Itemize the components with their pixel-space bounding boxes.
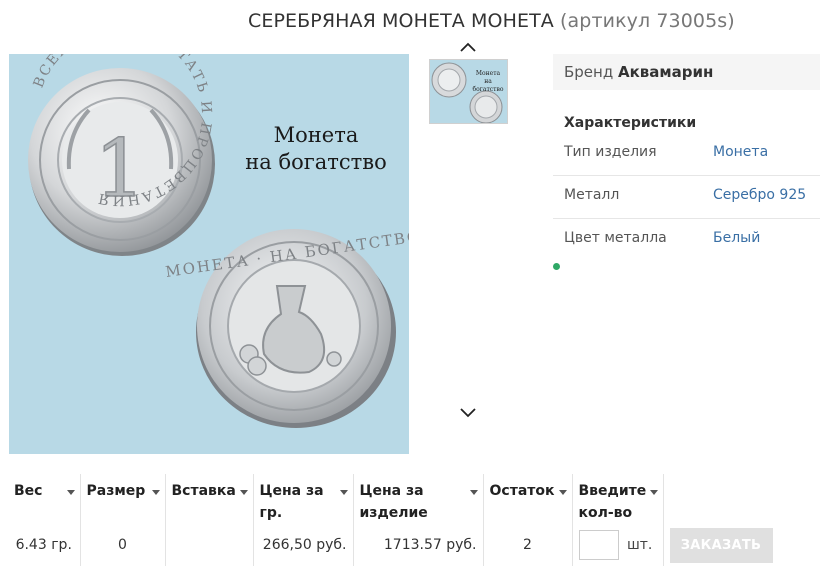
char-key: Тип изделия (564, 144, 657, 160)
header-label: Вес (14, 483, 43, 499)
char-value-link[interactable]: Белый (713, 230, 760, 246)
table-row: 6.43 гр. 0 266,50 руб. 1713.57 руб. 2 шт… (8, 524, 783, 566)
cell-stock: 2 (483, 524, 573, 566)
thumbnail-caption-line-1: Монета (475, 70, 501, 77)
brand-row: Бренд Аквамарин (553, 54, 820, 90)
coins-illustration: 1 ВСЕХ БЛАГ · ПОСТАТЬ И ПРОЦВЕТАНИЯ МОНЕ… (28, 54, 409, 428)
main-image-caption: Монета на богатство (231, 122, 401, 176)
header-label: Вставка (171, 483, 236, 499)
thumbnail-caption: Монета на богатство (470, 70, 506, 94)
sort-arrow-icon[interactable] (66, 490, 75, 495)
char-row-type: Тип изделия Монета (553, 133, 820, 176)
cell-qty: шт. (572, 524, 664, 566)
sort-arrow-icon[interactable] (339, 490, 348, 495)
product-title: СЕРЕБРЯНАЯ МОНЕТА МОНЕТА (артикул 73005s… (248, 10, 735, 32)
header-label: гр. (259, 505, 283, 521)
quantity-input[interactable] (578, 530, 619, 560)
header-label: Размер (86, 483, 146, 499)
column-header-stock[interactable]: Остаток (483, 474, 573, 524)
column-header-insert[interactable]: Вставка (165, 474, 254, 524)
header-label: Цена за (359, 483, 424, 499)
chevron-up-icon[interactable] (458, 40, 478, 54)
product-sku: (артикул 73005s) (560, 10, 735, 32)
chevron-down-icon[interactable] (458, 406, 478, 420)
order-button[interactable]: ЗАКАЗАТЬ (669, 527, 773, 563)
column-header-size[interactable]: Размер (80, 474, 166, 524)
brand-value[interactable]: Аквамарин (618, 63, 713, 81)
sort-arrow-icon[interactable] (239, 490, 248, 495)
offers-table: Вес Размер Вставка Цена за гр. Цена за и… (8, 474, 783, 566)
cell-size: 0 (80, 524, 166, 566)
product-name: СЕРЕБРЯНАЯ МОНЕТА МОНЕТА (248, 10, 554, 32)
coin-front: 1 ВСЕХ БЛАГ · ПОСТАТЬ И ПРОЦВЕТАНИЯ (28, 54, 215, 256)
main-product-image[interactable]: 1 ВСЕХ БЛАГ · ПОСТАТЬ И ПРОЦВЕТАНИЯ МОНЕ… (9, 54, 409, 454)
product-info-panel: Бренд Аквамарин Характеристики Тип издел… (553, 54, 820, 262)
sort-arrow-icon[interactable] (649, 490, 658, 495)
cell-price-gram: 266,50 руб. (253, 524, 354, 566)
header-label: кол-во (578, 505, 633, 521)
char-row-metal: Металл Серебро 925 (553, 176, 820, 219)
sort-arrow-icon[interactable] (469, 490, 478, 495)
header-label: изделие (359, 505, 428, 521)
header-label: Остаток (489, 483, 555, 499)
thumbnail-1[interactable]: Монета на богатство (429, 59, 508, 124)
header-label: Введите (578, 483, 647, 499)
column-header-weight[interactable]: Вес (8, 474, 81, 524)
cell-insert (165, 524, 254, 566)
char-row-color: Цвет металла Белый (553, 219, 820, 262)
status-dot (553, 263, 560, 270)
cell-price-item: 1713.57 руб. (353, 524, 484, 566)
sort-arrow-icon[interactable] (151, 490, 160, 495)
coin-back: МОНЕТА · НА БОГАТСТВО (164, 227, 409, 428)
thumbnail-caption-line-2: на богатство (472, 78, 504, 93)
column-header-price-gram[interactable]: Цена за гр. (253, 474, 354, 524)
header-label: Цена за (259, 483, 324, 499)
caption-line-1: Монета (273, 123, 359, 147)
cell-weight: 6.43 гр. (8, 524, 81, 566)
char-key: Цвет металла (564, 230, 667, 246)
quantity-unit: шт. (626, 537, 653, 553)
caption-line-2: на богатство (245, 150, 387, 174)
char-value-link[interactable]: Серебро 925 (713, 187, 806, 203)
column-header-action (663, 474, 783, 524)
table-header-row: Вес Размер Вставка Цена за гр. Цена за и… (8, 474, 783, 524)
sort-arrow-icon[interactable] (558, 490, 567, 495)
char-key: Металл (564, 187, 620, 203)
char-value-link[interactable]: Монета (713, 144, 768, 160)
cell-action: ЗАКАЗАТЬ (663, 524, 783, 566)
brand-label: Бренд (564, 63, 614, 81)
column-header-qty[interactable]: Введите кол-во (572, 474, 664, 524)
column-header-price-item[interactable]: Цена за изделие (353, 474, 484, 524)
